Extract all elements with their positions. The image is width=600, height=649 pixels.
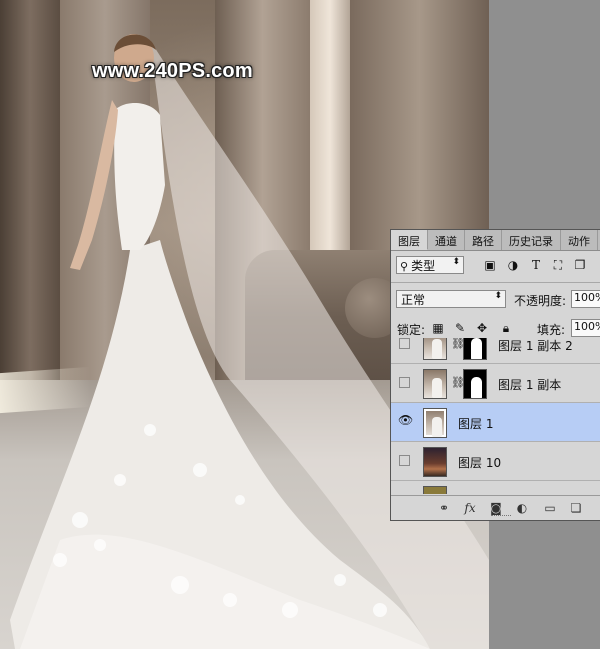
blend-mode-value: 正常 [401, 293, 426, 307]
tab-channels[interactable]: 通道 [428, 230, 465, 250]
visibility-toggle[interactable] [399, 338, 410, 349]
layer-thumbnail [423, 486, 447, 494]
link-layers-icon[interactable]: ⚭ [437, 501, 451, 515]
filter-kind-value: 类型 [411, 259, 436, 273]
fill-label: 填充: [537, 323, 566, 337]
lock-position-icon[interactable]: ✥ [475, 321, 489, 335]
tab-layers[interactable]: 图层 [391, 230, 428, 250]
image-filter-icon[interactable]: ▣ [483, 258, 497, 272]
filter-kind-select[interactable]: ⚲ 类型 ⬍ [396, 256, 464, 274]
lock-transparent-pixels-icon[interactable]: ▦ [431, 321, 445, 335]
visibility-toggle[interactable] [399, 455, 410, 466]
tab-paths[interactable]: 路径 [465, 230, 502, 250]
new-layer-icon[interactable]: ❏ [569, 501, 583, 515]
opacity-field[interactable]: 100% [571, 290, 600, 308]
layer-name: 图层 1 副本 2 [498, 339, 573, 353]
layer-name: 图层 10 [458, 456, 502, 470]
visibility-toggle[interactable] [399, 377, 410, 388]
add-mask-icon[interactable]: ◙ [489, 501, 503, 515]
adjustment-layer-icon[interactable]: ◐ [515, 501, 529, 515]
panel-tabs: 图层 通道 路径 历史记录 动作 [391, 230, 600, 251]
layer-thumbnail [423, 408, 447, 438]
filter-row: ⚲ 类型 ⬍ ▣ ◑ T ⛶ ❐ [391, 252, 600, 278]
shape-filter-icon[interactable]: ⛶ [551, 258, 565, 272]
type-filter-icon[interactable]: T [529, 258, 543, 272]
layer-thumbnail [423, 369, 447, 399]
tab-history[interactable]: 历史记录 [502, 230, 561, 250]
adjustment-filter-icon[interactable]: ◑ [506, 258, 520, 272]
layer-row[interactable]: 图层 10 [391, 442, 600, 481]
layer-name: 图层 1 副本 [498, 378, 562, 392]
panel-footer: ⚭ fx ◙ ◐ ▭ ❏ [391, 495, 600, 520]
new-group-icon[interactable]: ▭ [543, 501, 557, 515]
lock-label: 锁定: [397, 323, 426, 337]
eye-icon[interactable]: 👁︎ [398, 414, 413, 426]
layers-panel: 图层 通道 路径 历史记录 动作 ⚲ 类型 ⬍ ▣ ◑ T ⛶ ❐ 正常 ⬍ 不透… [390, 229, 600, 521]
lock-all-icon[interactable]: 🔒︎ [499, 321, 513, 335]
layer-mask-thumbnail[interactable] [463, 369, 487, 399]
layer-row[interactable]: ⛓ 图层 1 副本 [391, 364, 600, 403]
fx-icon[interactable]: fx [463, 501, 477, 515]
resize-grip[interactable] [491, 515, 511, 519]
layer-row[interactable]: ⛓ 图层 1 副本 2 [391, 338, 600, 364]
layers-list: ⛓ 图层 1 副本 2 ⛓ 图层 1 副本 👁︎ 图层 1 图层 10 [391, 338, 600, 494]
opacity-label: 不透明度: [514, 294, 567, 308]
layer-row-selected[interactable]: 👁︎ 图层 1 [391, 403, 600, 442]
select-arrows-icon: ⬍ [494, 291, 502, 301]
layer-thumbnail [423, 447, 447, 477]
layer-row-partial[interactable] [391, 481, 600, 494]
select-arrows-icon: ⬍ [452, 257, 460, 267]
watermark-text: www.240PS.com [92, 60, 253, 82]
layer-mask-thumbnail[interactable] [463, 338, 487, 360]
lock-image-pixels-icon[interactable]: ✎ [453, 321, 467, 335]
search-icon: ⚲ [400, 260, 409, 273]
tab-actions[interactable]: 动作 [561, 230, 598, 250]
fill-field[interactable]: 100% [571, 319, 600, 337]
divider [391, 282, 600, 283]
blend-mode-select[interactable]: 正常 ⬍ [396, 290, 506, 308]
smart-object-filter-icon[interactable]: ❐ [573, 258, 587, 272]
layer-name: 图层 1 [458, 417, 494, 431]
layer-thumbnail [423, 338, 447, 360]
